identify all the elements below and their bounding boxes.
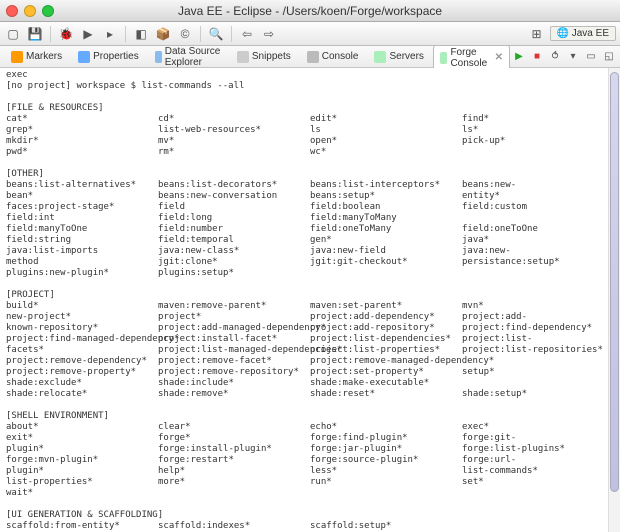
run-button[interactable]: ▶	[79, 25, 97, 43]
view-toolbar: ▶ ■ ⥀ ▾ ▭ ◱	[512, 50, 616, 64]
open-perspective-button[interactable]: ⊞	[528, 25, 546, 43]
tab-label: Servers	[389, 51, 423, 62]
forge-console-output[interactable]: exec [no project] workspace $ list-comma…	[0, 68, 620, 532]
separator	[125, 26, 126, 42]
link-button[interactable]: ⥀	[548, 50, 562, 64]
separator	[231, 26, 232, 42]
perspective-javaee[interactable]: 🌐 Java EE	[550, 26, 616, 41]
tab-label: Console	[322, 51, 359, 62]
view-menu-button[interactable]: ▾	[566, 50, 580, 64]
start-button[interactable]: ▶	[512, 50, 526, 64]
tab-console[interactable]: Console	[300, 49, 366, 65]
debug-button[interactable]: 🐞	[57, 25, 75, 43]
console-icon	[307, 51, 319, 63]
console-text: exec [no project] workspace $ list-comma…	[6, 70, 614, 532]
java-ee-icon: 🌐	[557, 28, 569, 39]
tab-label: Properties	[93, 51, 139, 62]
tab-servers[interactable]: Servers	[367, 49, 430, 65]
perspective-switcher: ⊞ 🌐 Java EE	[528, 25, 616, 43]
tab-label: Snippets	[252, 51, 291, 62]
window-titlebar: Java EE - Eclipse - /Users/koen/Forge/wo…	[0, 0, 620, 22]
scrollbar-thumb[interactable]	[610, 72, 619, 492]
tab-data-source-explorer[interactable]: Data Source Explorer	[148, 44, 228, 70]
stop-button[interactable]: ■	[530, 50, 544, 64]
tab-forge-console[interactable]: Forge Console ✕	[433, 45, 510, 71]
forward-button[interactable]: ⇨	[260, 25, 278, 43]
tab-label: Markers	[26, 51, 62, 62]
forge-icon	[440, 52, 448, 64]
package-button[interactable]: 📦	[154, 25, 172, 43]
tab-markers[interactable]: Markers	[4, 49, 69, 65]
class-button[interactable]: ©	[176, 25, 194, 43]
save-button[interactable]: 💾	[26, 25, 44, 43]
tab-label: Forge Console	[450, 47, 491, 69]
back-button[interactable]: ⇦	[238, 25, 256, 43]
properties-icon	[78, 51, 90, 63]
tab-label: Data Source Explorer	[165, 46, 221, 68]
new-button[interactable]: ▢	[4, 25, 22, 43]
markers-icon	[11, 51, 23, 63]
servers-icon	[374, 51, 386, 63]
view-tab-bar: Markers Properties Data Source Explorer …	[0, 46, 620, 68]
new-server-button[interactable]: ◧	[132, 25, 150, 43]
tab-properties[interactable]: Properties	[71, 49, 146, 65]
window-title: Java EE - Eclipse - /Users/koen/Forge/wo…	[0, 4, 620, 18]
close-icon[interactable]: ✕	[495, 52, 503, 63]
perspective-label: Java EE	[572, 28, 609, 39]
tab-snippets[interactable]: Snippets	[230, 49, 298, 65]
snippets-icon	[237, 51, 249, 63]
run-last-button[interactable]: ▸	[101, 25, 119, 43]
main-toolbar: ▢ 💾 🐞 ▶ ▸ ◧ 📦 © 🔍 ⇦ ⇨ ⊞ 🌐 Java EE	[0, 22, 620, 46]
database-icon	[155, 51, 162, 63]
maximize-view-button[interactable]: ◱	[602, 50, 616, 64]
separator	[200, 26, 201, 42]
search-button[interactable]: 🔍	[207, 25, 225, 43]
separator	[50, 26, 51, 42]
minimize-view-button[interactable]: ▭	[584, 50, 598, 64]
vertical-scrollbar[interactable]	[608, 68, 620, 532]
